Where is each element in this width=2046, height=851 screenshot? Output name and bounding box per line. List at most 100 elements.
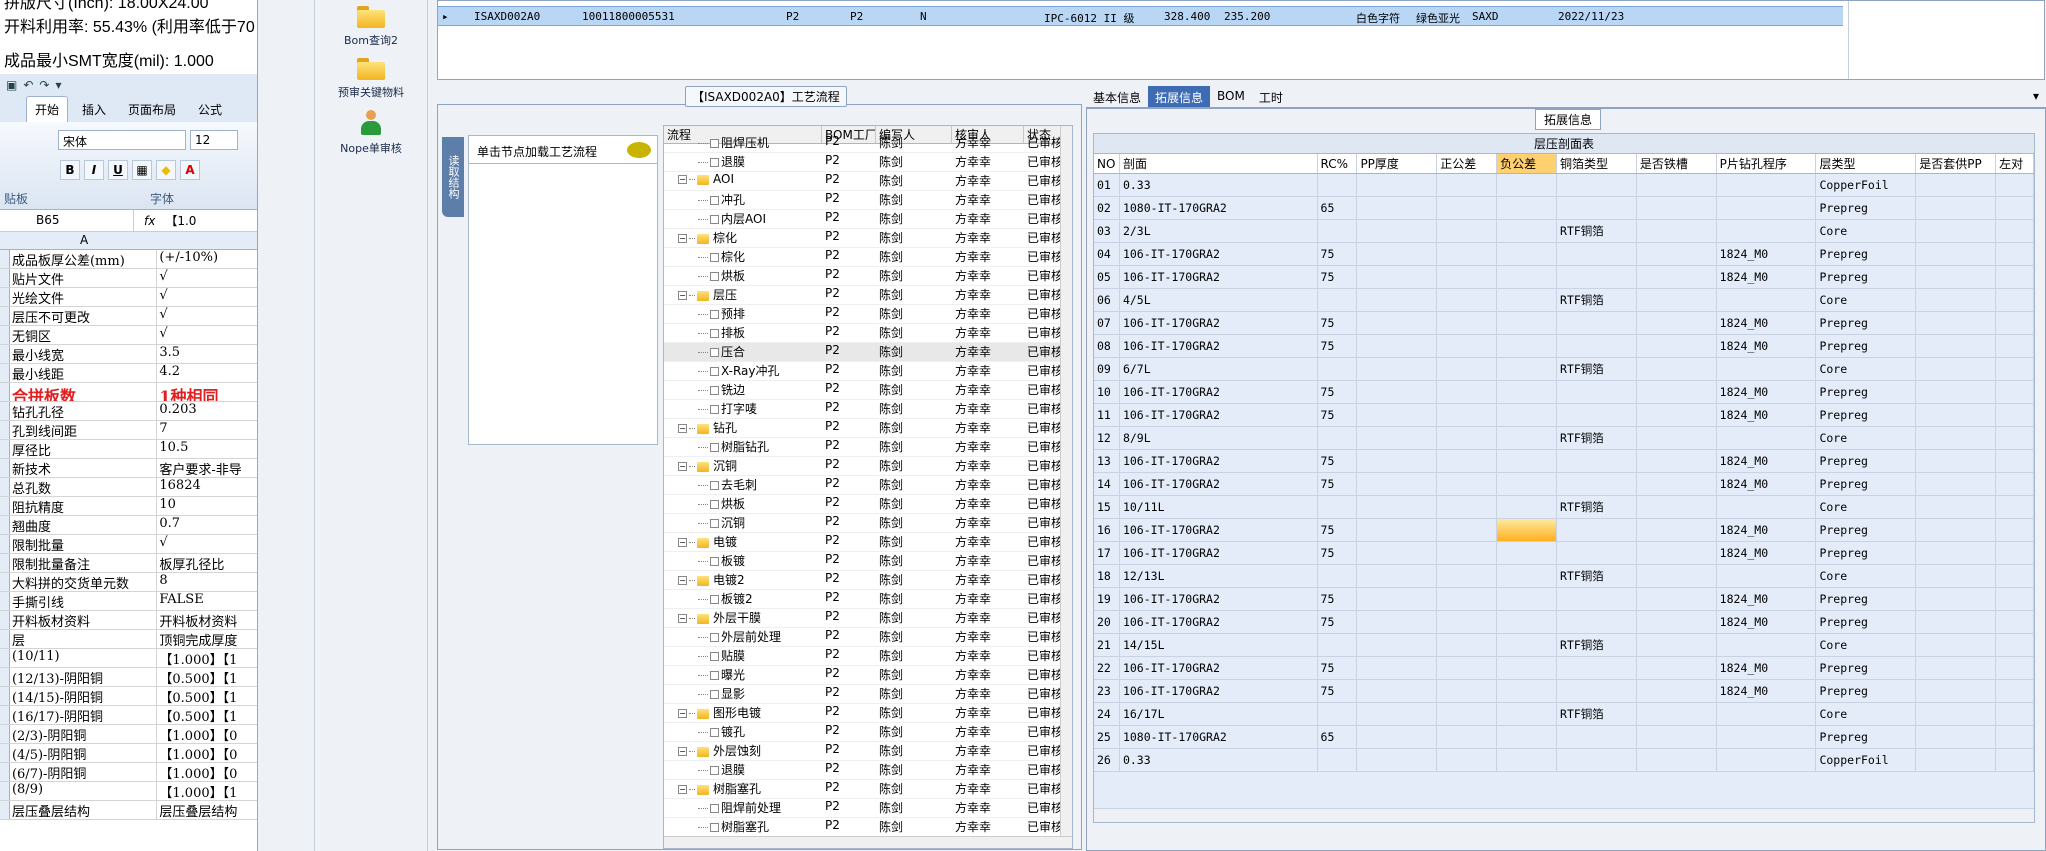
process-row[interactable]: 预排 P2 陈剑 方幸幸 已审核 <box>664 305 1072 324</box>
formula-input[interactable]: 【1.0 <box>165 212 196 229</box>
lamination-cell[interactable] <box>1437 588 1498 610</box>
cell-a[interactable]: 厚径比 <box>10 440 158 458</box>
lamination-cell[interactable]: CopperFoil <box>1816 749 1917 771</box>
lamination-cell[interactable]: 12 <box>1094 427 1120 449</box>
process-row[interactable]: − 棕化 P2 陈剑 方幸幸 已审核 <box>664 229 1072 248</box>
lamination-cell[interactable] <box>1637 703 1717 725</box>
lamination-cell[interactable] <box>1318 565 1358 587</box>
cell-a[interactable]: 层压叠层结构 <box>10 801 158 819</box>
cell-a[interactable]: (8/9) <box>10 782 158 800</box>
lamination-cell[interactable] <box>1916 703 1997 725</box>
lamination-row[interactable]: 15 10/11L RTF铜箔 Core <box>1094 496 2034 519</box>
lamination-cell[interactable] <box>1437 174 1498 196</box>
lamination-cell[interactable] <box>1437 358 1498 380</box>
lamination-cell[interactable] <box>1916 174 1997 196</box>
cell-a[interactable]: 最小线距 <box>10 364 158 382</box>
lamination-cell[interactable] <box>1916 381 1997 403</box>
lamination-cell[interactable] <box>1996 450 2034 472</box>
process-row[interactable]: 退膜 P2 陈剑 方幸幸 已审核 <box>664 153 1072 172</box>
lamination-cell[interactable] <box>1318 634 1358 656</box>
lamination-cell[interactable]: Prepreg <box>1816 657 1917 679</box>
lamination-cell[interactable] <box>1996 703 2034 725</box>
lamination-cell[interactable]: 8/9L <box>1120 427 1318 449</box>
customize-icon[interactable]: ▾ <box>55 78 61 92</box>
lamination-cell[interactable] <box>1916 565 1997 587</box>
lamination-cell[interactable] <box>1437 496 1498 518</box>
lamination-cell[interactable] <box>1357 289 1438 311</box>
lamination-cell[interactable] <box>1557 611 1637 633</box>
lamination-cell[interactable] <box>1318 496 1358 518</box>
lamination-cell[interactable]: RTF铜箔 <box>1557 358 1637 380</box>
lamination-cell[interactable] <box>1916 358 1997 380</box>
process-row[interactable]: 沉铜 P2 陈剑 方幸幸 已审核 <box>664 514 1072 533</box>
tab-dropdown-icon[interactable]: ▾ <box>2026 86 2046 107</box>
lamination-cell[interactable] <box>1357 381 1438 403</box>
lamination-cell[interactable] <box>1357 680 1438 702</box>
cell-b[interactable]: √ <box>157 288 257 306</box>
cell-a[interactable]: (14/15)-阴阳铜 <box>10 687 158 705</box>
cell-a[interactable]: 限制批量备注 <box>10 554 158 572</box>
lamination-cell[interactable] <box>1437 266 1498 288</box>
process-row[interactable]: 外层前处理 P2 陈剑 方幸幸 已审核 <box>664 628 1072 647</box>
lamination-cell[interactable] <box>1437 519 1498 541</box>
lamination-cell[interactable]: Core <box>1816 496 1917 518</box>
lamination-cell[interactable] <box>1497 542 1558 564</box>
lamination-cell[interactable]: Prepreg <box>1816 381 1917 403</box>
lamination-cell[interactable] <box>1916 243 1997 265</box>
row-header[interactable] <box>0 801 10 819</box>
lamination-cell[interactable]: 26 <box>1094 749 1120 771</box>
lamination-row[interactable]: 21 14/15L RTF铜箔 Core <box>1094 634 2034 657</box>
lamination-cell[interactable] <box>1637 450 1717 472</box>
lamination-cell[interactable] <box>1557 404 1637 426</box>
lamination-cell[interactable] <box>1357 726 1438 748</box>
process-row[interactable]: − 层压 P2 陈剑 方幸幸 已审核 <box>664 286 1072 305</box>
lamination-cell[interactable] <box>1557 657 1637 679</box>
lamination-cell[interactable]: 05 <box>1094 266 1120 288</box>
lamination-cell[interactable]: 1824_M0 <box>1717 680 1817 702</box>
process-row[interactable]: − AOI P2 陈剑 方幸幸 已审核 <box>664 172 1072 191</box>
order-row-selected[interactable]: ▸ ISAXD002A0 10011800005531 P2 P2 N IPC-… <box>438 6 1843 26</box>
process-row[interactable]: 贴膜 P2 陈剑 方幸幸 已审核 <box>664 647 1072 666</box>
cell-a[interactable]: 层 <box>10 630 158 648</box>
lamination-cell[interactable]: 1080-IT-170GRA2 <box>1120 726 1318 748</box>
lamination-row[interactable]: 04 106-IT-170GRA2 75 1824_M0 Prepreg <box>1094 243 2034 266</box>
lamination-cell[interactable] <box>1996 266 2034 288</box>
lamination-cell[interactable] <box>1437 473 1498 495</box>
lamination-cell[interactable] <box>1637 358 1717 380</box>
col-header[interactable]: NO <box>1094 154 1120 173</box>
lamination-cell[interactable] <box>1497 749 1558 771</box>
lamination-cell[interactable]: Core <box>1816 220 1917 242</box>
lamination-cell[interactable] <box>1916 335 1997 357</box>
lamination-cell[interactable] <box>1916 749 1997 771</box>
lamination-cell[interactable] <box>1437 404 1498 426</box>
collapse-icon[interactable]: − <box>678 614 687 623</box>
lamination-cell[interactable] <box>1437 703 1498 725</box>
col-header[interactable]: 负公差 <box>1497 154 1558 173</box>
lamination-cell[interactable] <box>1557 542 1637 564</box>
lamination-cell[interactable]: Prepreg <box>1816 473 1917 495</box>
lamination-cell[interactable]: 1824_M0 <box>1717 243 1817 265</box>
lamination-cell[interactable] <box>1637 680 1717 702</box>
lamination-cell[interactable] <box>1637 381 1717 403</box>
col-header[interactable]: 正公差 <box>1437 154 1498 173</box>
lamination-cell[interactable]: Prepreg <box>1816 588 1917 610</box>
row-header[interactable] <box>0 497 10 515</box>
lamination-cell[interactable]: Core <box>1816 565 1917 587</box>
lamination-cell[interactable] <box>1437 680 1498 702</box>
lamination-row[interactable]: 20 106-IT-170GRA2 75 1824_M0 Prepreg <box>1094 611 2034 634</box>
lamination-cell[interactable] <box>1437 726 1498 748</box>
lamination-cell[interactable] <box>1497 588 1558 610</box>
process-row[interactable]: − 外层蚀刻 P2 陈剑 方幸幸 已审核 <box>664 742 1072 761</box>
row-header[interactable] <box>0 288 10 306</box>
lamination-cell[interactable] <box>1916 266 1997 288</box>
cell-a[interactable]: 层压不可更改 <box>10 307 158 325</box>
process-row[interactable]: 树脂塞孔 P2 陈剑 方幸幸 已审核 <box>664 818 1072 837</box>
lamination-cell[interactable] <box>1996 611 2034 633</box>
lamination-cell[interactable]: 22 <box>1094 657 1120 679</box>
lamination-cell[interactable]: RTF铜箔 <box>1557 565 1637 587</box>
row-header[interactable] <box>0 725 10 743</box>
lamination-cell[interactable] <box>1497 496 1558 518</box>
cell-a[interactable]: 大料拼的交货单元数 <box>10 573 158 591</box>
lamination-cell[interactable] <box>1916 496 1997 518</box>
lamination-cell[interactable] <box>1637 726 1717 748</box>
